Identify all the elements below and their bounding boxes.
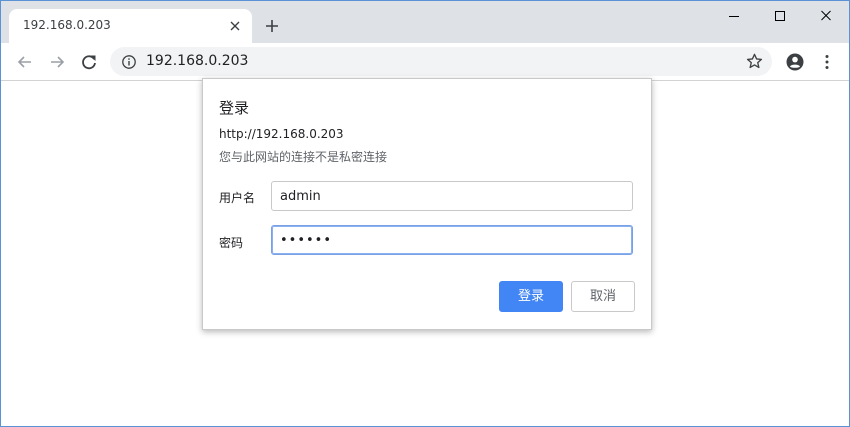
window-close-icon[interactable] (815, 7, 837, 25)
reload-icon[interactable] (79, 52, 99, 72)
maximize-icon[interactable] (769, 7, 791, 25)
tab-title: 192.168.0.203 (23, 18, 111, 32)
browser-window: 192.168.0.203 192.168.0.203 登录 http://19… (0, 0, 850, 427)
close-icon[interactable] (227, 18, 243, 34)
profile-avatar-icon[interactable] (785, 52, 805, 72)
username-input[interactable] (271, 181, 633, 211)
url-text[interactable]: 192.168.0.203 (146, 53, 248, 69)
connection-warning: 您与此网站的连接不是私密连接 (219, 150, 388, 164)
password-label: 密码 (219, 236, 244, 250)
back-arrow-icon[interactable] (15, 52, 35, 72)
info-icon[interactable] (121, 54, 137, 70)
dialog-title: 登录 (219, 99, 250, 117)
cancel-button[interactable]: 取消 (571, 281, 635, 312)
browser-toolbar: 192.168.0.203 (1, 43, 849, 81)
login-button[interactable]: 登录 (499, 281, 563, 312)
dialog-origin: http://192.168.0.203 (219, 127, 344, 141)
username-label: 用户名 (219, 191, 256, 205)
auth-dialog: 登录 http://192.168.0.203 您与此网站的连接不是私密连接 用… (202, 78, 652, 330)
browser-tab[interactable]: 192.168.0.203 (9, 9, 252, 43)
bookmark-star-icon[interactable] (745, 52, 764, 71)
title-bar: 192.168.0.203 (1, 1, 849, 43)
forward-arrow-icon[interactable] (47, 52, 67, 72)
menu-dots-icon[interactable] (817, 52, 837, 72)
minimize-icon[interactable] (723, 7, 745, 25)
password-input[interactable] (271, 225, 633, 255)
plus-icon[interactable] (263, 17, 281, 35)
address-bar[interactable]: 192.168.0.203 (110, 47, 772, 76)
